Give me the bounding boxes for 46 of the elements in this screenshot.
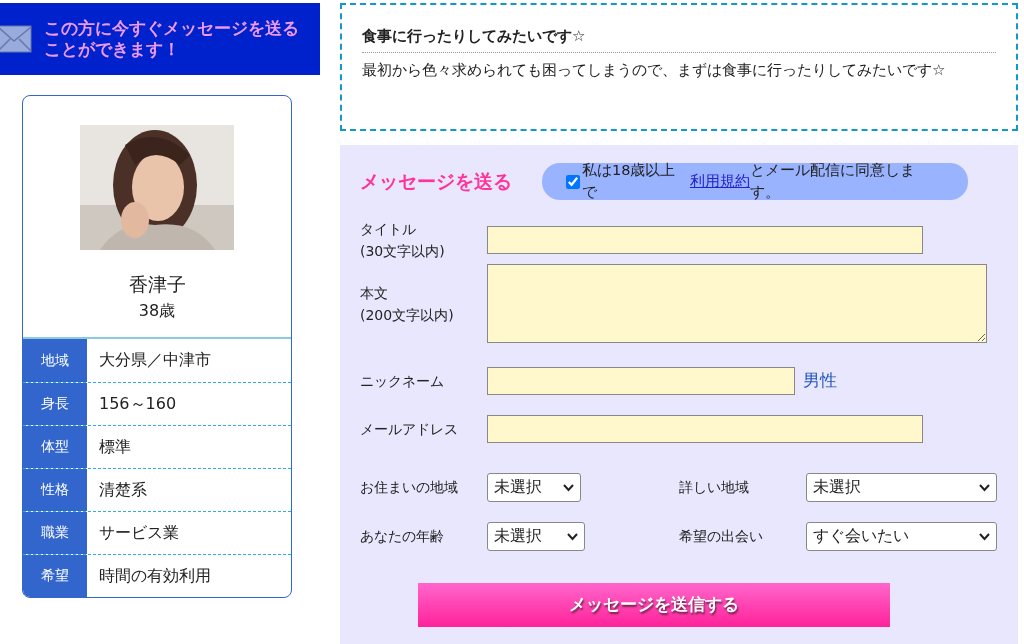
row-label: 職業	[23, 511, 87, 554]
caret-icon	[563, 483, 574, 492]
body-textarea[interactable]	[487, 264, 987, 343]
select-label: お住まいの地域	[360, 478, 459, 497]
field-note: (200文字以内)	[360, 305, 455, 325]
input-field[interactable]	[487, 415, 923, 443]
profile-age: 38歳	[137, 299, 177, 322]
dropdown[interactable]: すぐ会いたい	[806, 522, 997, 551]
input-field[interactable]	[487, 226, 923, 254]
field-label: ニックネーム	[360, 372, 445, 391]
banner-text: この方に今すぐメッセージを送ることができます！	[44, 18, 300, 60]
envelope-icon	[0, 24, 32, 54]
row-label: 性格	[23, 468, 87, 511]
intro-title: 食事に行ったりしてみたいです☆	[362, 25, 996, 53]
form-heading: メッセージを送る	[360, 169, 512, 195]
caret-icon	[979, 532, 990, 541]
row-value: サービス業	[98, 521, 180, 544]
dropdown[interactable]: 未選択	[487, 522, 585, 551]
dropdown[interactable]: 未選択	[487, 473, 581, 502]
profile-name: 香津子	[127, 272, 187, 297]
row-value: 清楚系	[98, 478, 148, 501]
row-label: 地域	[23, 338, 87, 382]
field-note: (30文字以内)	[360, 242, 446, 261]
row-label: 体型	[23, 425, 87, 468]
field-label: 本文	[360, 283, 389, 303]
row-value: 156～160	[98, 392, 178, 415]
row-value: 標準	[98, 435, 132, 458]
gender-text: 男性	[803, 369, 837, 393]
row-value: 大分県／中津市	[98, 349, 212, 371]
field-label: タイトル	[360, 220, 417, 239]
terms-link[interactable]: 利用規約	[689, 170, 750, 193]
field-label: メールアドレス	[360, 420, 459, 439]
row-label: 希望	[23, 554, 87, 597]
agreement-text: とメール配信に同意します。	[749, 160, 916, 202]
select-label: 希望の出会い	[679, 527, 764, 546]
select-label: 詳しい地域	[679, 478, 750, 497]
row-label: 身長	[23, 382, 87, 425]
input-field[interactable]	[487, 367, 795, 395]
agreement-text: 私は18歳以上で	[581, 160, 677, 202]
caret-icon	[567, 532, 578, 541]
caret-icon	[979, 483, 990, 492]
intro-text: 最初から色々求められても困ってしまうので、まずは食事に行ったりしてみたいです☆	[362, 59, 947, 81]
agreement-checkbox[interactable]	[566, 174, 580, 189]
dropdown[interactable]: 未選択	[806, 473, 997, 502]
row-value: 時間の有効利用	[98, 564, 212, 587]
select-label: あなたの年齢	[360, 527, 445, 546]
